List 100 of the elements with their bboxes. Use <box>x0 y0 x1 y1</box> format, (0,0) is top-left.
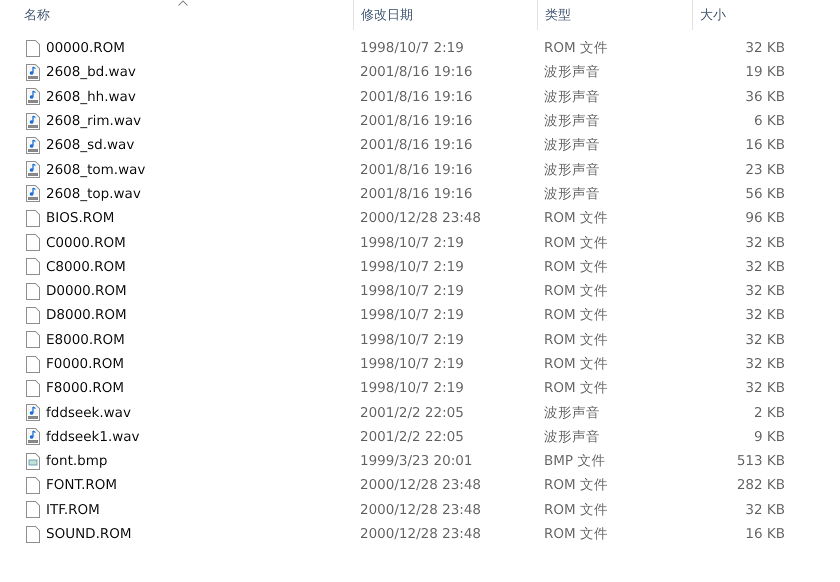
file-size: 32 KB <box>744 356 786 372</box>
file-name[interactable]: E8000.ROM <box>46 332 125 348</box>
file-icon <box>26 356 40 372</box>
file-name[interactable]: C8000.ROM <box>46 258 126 275</box>
file-size: 16 KB <box>744 526 786 542</box>
file-type: ROM 文件 <box>543 525 609 544</box>
file-type: ROM 文件 <box>543 355 609 373</box>
file-icon <box>26 282 40 300</box>
column-header[interactable]: 类型 <box>537 0 692 30</box>
modified-date: 2001/8/16 19:16 <box>359 88 474 105</box>
file-name[interactable]: D8000.ROM <box>46 307 127 324</box>
file-size: 282 KB <box>736 477 786 494</box>
file-icon <box>26 526 40 543</box>
file-name[interactable]: fddseek.wav <box>46 404 131 421</box>
column-header[interactable]: 修改日期 <box>353 0 537 30</box>
audio-file-icon <box>26 88 40 106</box>
file-name[interactable]: F8000.ROM <box>46 380 124 396</box>
modified-date: 2000/12/28 23:48 <box>359 526 482 542</box>
file-type: ROM 文件 <box>543 258 609 276</box>
file-icon <box>26 306 40 324</box>
modified-date: 2001/8/16 19:16 <box>359 186 474 202</box>
file-icon <box>26 331 40 348</box>
file-name[interactable]: 2608_sd.wav <box>46 137 134 154</box>
file-type: ROM 文件 <box>543 306 609 324</box>
file-type: 波形声音 <box>543 184 601 203</box>
modified-date: 1998/10/7 2:19 <box>359 332 465 348</box>
file-type: ROM 文件 <box>543 476 609 494</box>
file-name[interactable]: C0000.ROM <box>46 234 126 251</box>
file-name[interactable]: BIOS.ROM <box>46 210 114 226</box>
modified-date: 1999/3/23 20:01 <box>359 453 474 470</box>
file-name[interactable]: 00000.ROM <box>46 40 125 56</box>
file-name[interactable]: fddseek1.wav <box>46 428 140 445</box>
modified-date: 1998/10/7 2:19 <box>359 234 465 251</box>
file-type: 波形声音 <box>543 160 601 179</box>
file-name[interactable]: 2608_top.wav <box>46 186 141 202</box>
column-label: 大小 <box>700 7 726 24</box>
audio-file-icon <box>26 185 40 202</box>
file-type: ROM 文件 <box>543 379 609 398</box>
modified-date: 1998/10/7 2:19 <box>359 283 465 300</box>
file-icon <box>26 476 40 494</box>
file-icon <box>26 501 40 518</box>
modified-date: 2000/12/28 23:48 <box>359 502 482 518</box>
modified-date: 2001/8/16 19:16 <box>359 113 474 130</box>
file-name[interactable]: FONT.ROM <box>46 477 118 494</box>
file-name[interactable]: ITF.ROM <box>46 502 100 518</box>
file-type: BMP 文件 <box>543 452 606 470</box>
file-name[interactable]: font.bmp <box>46 453 108 470</box>
file-icon <box>26 40 40 57</box>
file-name[interactable]: 2608_rim.wav <box>46 113 142 130</box>
file-size: 36 KB <box>744 88 786 105</box>
file-type: ROM 文件 <box>543 282 609 300</box>
file-size: 2 KB <box>753 404 786 421</box>
audio-file-icon <box>26 404 40 422</box>
file-size: 32 KB <box>744 283 786 300</box>
file-icon <box>26 258 40 276</box>
file-size: 32 KB <box>744 380 786 396</box>
file-name[interactable]: F0000.ROM <box>46 356 124 372</box>
file-icon <box>26 210 40 227</box>
column-label: 类型 <box>545 7 571 24</box>
modified-date: 2001/8/16 19:16 <box>359 64 474 80</box>
file-name[interactable]: SOUND.ROM <box>46 526 132 542</box>
file-size: 32 KB <box>744 258 786 275</box>
file-type: 波形声音 <box>543 112 601 130</box>
file-name[interactable]: D0000.ROM <box>46 283 127 300</box>
file-type: 波形声音 <box>543 404 601 422</box>
file-size: 32 KB <box>744 502 786 518</box>
file-size: 513 KB <box>736 453 786 470</box>
modified-date: 1998/10/7 2:19 <box>359 380 465 396</box>
modified-date: 2000/12/28 23:48 <box>359 477 482 494</box>
file-name[interactable]: 2608_tom.wav <box>46 162 146 178</box>
file-type: ROM 文件 <box>543 330 609 349</box>
column-label: 名称 <box>24 7 50 24</box>
image-file-icon <box>26 452 40 470</box>
file-size: 96 KB <box>744 210 786 226</box>
file-size: 9 KB <box>753 428 786 445</box>
column-header[interactable]: 名称 <box>0 0 353 30</box>
modified-date: 1998/10/7 2:19 <box>359 356 465 372</box>
audio-file-icon <box>26 428 40 446</box>
file-size: 56 KB <box>744 186 786 202</box>
modified-date: 1998/10/7 2:19 <box>359 258 465 275</box>
file-type: 波形声音 <box>543 88 601 106</box>
file-type: ROM 文件 <box>543 209 609 228</box>
column-label: 修改日期 <box>361 7 413 24</box>
audio-file-icon <box>26 136 40 154</box>
audio-file-icon <box>26 161 40 178</box>
modified-date: 2001/2/2 22:05 <box>359 404 465 421</box>
modified-date: 1998/10/7 2:19 <box>359 307 465 324</box>
file-name[interactable]: 2608_hh.wav <box>46 88 136 105</box>
file-size: 16 KB <box>744 137 786 154</box>
file-icon <box>26 234 40 252</box>
file-type: ROM 文件 <box>543 234 609 252</box>
file-name[interactable]: 2608_bd.wav <box>46 64 136 80</box>
modified-date: 1998/10/7 2:19 <box>359 40 465 56</box>
file-size: 23 KB <box>744 162 786 178</box>
file-size: 6 KB <box>753 113 786 130</box>
modified-date: 2001/8/16 19:16 <box>359 162 474 178</box>
file-size: 32 KB <box>744 332 786 348</box>
audio-file-icon <box>26 64 40 81</box>
column-header[interactable]: 大小 <box>692 0 793 30</box>
file-size: 32 KB <box>744 307 786 324</box>
